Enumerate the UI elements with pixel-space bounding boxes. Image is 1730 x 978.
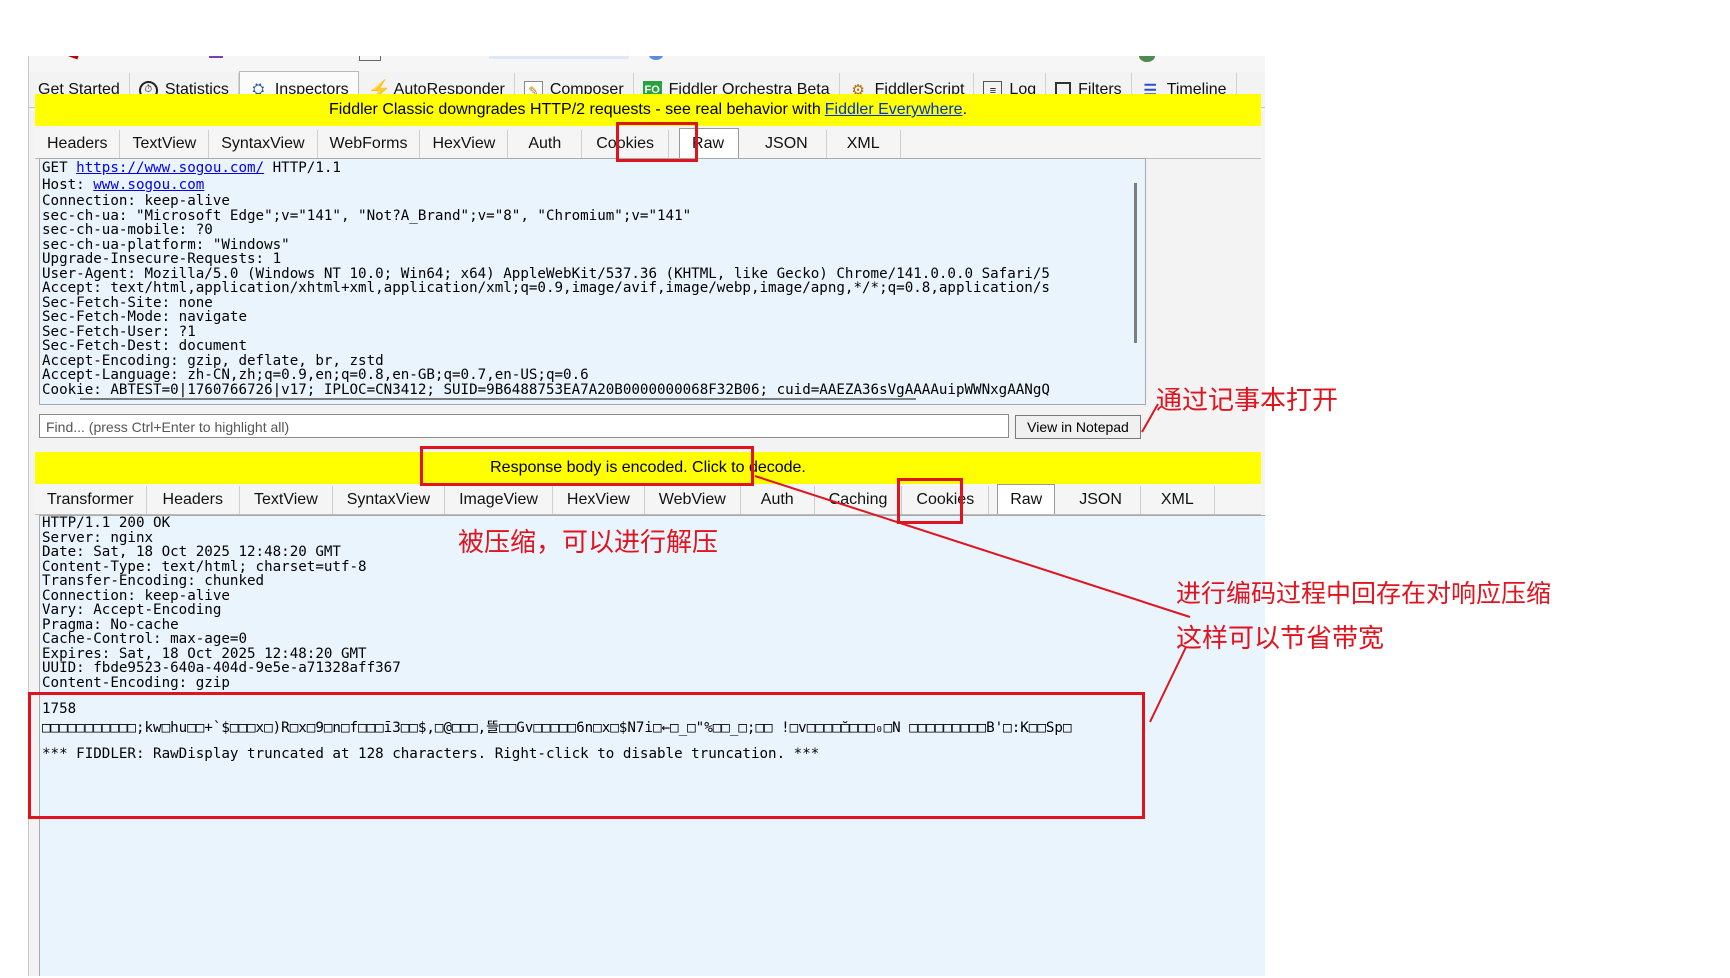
header-line: Connection: keep-alive (42, 587, 230, 604)
host-label: Host: (42, 176, 94, 193)
resp-tab-imageview[interactable]: ImageView (445, 486, 553, 514)
horizontal-scrollbar[interactable] (80, 398, 916, 400)
header-line: Vary: Accept-Encoding (42, 602, 222, 618)
header-line: User-Agent: Mozilla/5.0 (Windows NT 10.0… (42, 265, 1050, 282)
host-link[interactable]: www.sogou.com (93, 177, 204, 193)
toolbar-icon-fragment (209, 56, 223, 58)
highlight-raw-response-tab (897, 478, 963, 524)
highlight-raw-request-tab (616, 122, 698, 162)
header-line: Accept: text/html,application/xhtml+xml,… (42, 280, 1050, 296)
toolbar-icon-fragment (359, 56, 381, 61)
response-inspector-tabs: Transformer Headers TextView SyntaxView … (35, 484, 1261, 515)
header-line: Accept-Encoding: gzip, deflate, br, zstd (42, 352, 384, 369)
toolbar-icon-fragment (649, 56, 663, 60)
annotation-notepad: 通过记事本打开 (1156, 386, 1339, 416)
header-line: Transfer-Encoding: chunked (42, 573, 265, 589)
toolbar-icon-fragment (1139, 56, 1155, 62)
banner-text: Fiddler Classic downgrades HTTP/2 reques… (328, 101, 821, 118)
header-line: Cookie: ABTEST=0|1760766726|v17; IPLOC=C… (42, 381, 1050, 398)
header-line: Sec-Fetch-User: ?1 (42, 323, 196, 340)
header-line: Upgrade-Insecure-Requests: 1 (42, 251, 282, 267)
header-line: Accept-Language: zh-CN,zh;q=0.9,en;q=0.8… (42, 367, 589, 383)
toolbar-strip-cropped (29, 56, 1265, 72)
resp-tab-json[interactable]: JSON (1061, 486, 1141, 514)
header-line: sec-ch-ua-mobile: ?0 (42, 222, 213, 238)
http-method: GET (42, 160, 77, 176)
req-tab-syntaxview[interactable]: SyntaxView (209, 130, 318, 158)
request-url-link[interactable]: https://www.sogou.com/ (76, 160, 264, 176)
resp-tab-transformer[interactable]: Transformer (35, 486, 147, 514)
resp-tab-raw[interactable]: Raw (997, 484, 1056, 514)
request-raw-pane[interactable]: GET https://www.sogou.com/ HTTP/1.1 Host… (39, 158, 1146, 405)
toolbar-search-fragment (489, 56, 629, 59)
header-line: Expires: Sat, 18 Oct 2025 12:48:20 GMT (42, 645, 367, 662)
resp-tab-textview[interactable]: TextView (240, 486, 333, 514)
resp-tab-syntaxview[interactable]: SyntaxView (333, 486, 446, 514)
annotation-explain-line1: 进行编码过程中回存在对响应压缩 (1176, 579, 1552, 608)
header-line: Content-Encoding: gzip (42, 674, 230, 691)
resp-tab-webview[interactable]: WebView (645, 486, 741, 514)
req-tab-headers[interactable]: Headers (35, 130, 121, 158)
header-line: Connection: keep-alive (42, 193, 230, 209)
view-in-notepad-button[interactable]: View in Notepad (1015, 415, 1141, 439)
req-tab-textview[interactable]: TextView (120, 130, 210, 158)
req-tab-xml[interactable]: XML (827, 130, 901, 158)
resp-tab-xml[interactable]: XML (1141, 486, 1215, 514)
toolbar-icon-fragment (67, 56, 81, 60)
header-line: UUID: fbde9523-640a-404d-9e5e-a71328aff3… (42, 660, 401, 676)
resp-tab-caching[interactable]: Caching (815, 486, 903, 514)
header-line: sec-ch-ua: "Microsoft Edge";v="141", "No… (42, 207, 692, 224)
resp-tab-auth[interactable]: Auth (741, 486, 815, 514)
req-tab-json[interactable]: JSON (747, 130, 827, 158)
find-input[interactable]: Find... (press Ctrl+Enter to highlight a… (39, 414, 1009, 438)
header-line: Sec-Fetch-Mode: navigate (42, 309, 247, 325)
request-line: GET https://www.sogou.com/ HTTP/1.1 (40, 159, 1145, 178)
header-line: Pragma: No-cache (42, 616, 179, 633)
http-version: HTTP/1.1 (264, 160, 341, 176)
req-tab-auth[interactable]: Auth (508, 130, 583, 158)
fiddler-everywhere-link[interactable]: Fiddler Everywhere (825, 101, 963, 119)
header-line: sec-ch-ua-platform: "Windows" (42, 236, 290, 253)
resp-tab-hexview[interactable]: HexView (553, 486, 645, 514)
highlight-encoded-banner (420, 446, 754, 486)
highlight-compressed-body (28, 692, 1145, 819)
banner-suffix: . (962, 101, 968, 118)
header-line: Cache-Control: max-age=0 (42, 631, 247, 647)
header-line: Sec-Fetch-Dest: document (42, 338, 247, 354)
req-tab-hexview[interactable]: HexView (420, 130, 509, 158)
vertical-scrollbar[interactable] (1134, 183, 1137, 343)
annotation-explain-line2: 这样可以节省带宽 (1176, 624, 1385, 654)
resp-tab-headers[interactable]: Headers (147, 486, 241, 514)
request-headers: Connection: keep-alive sec-ch-ua: "Micros… (40, 194, 1145, 397)
annotation-compressed: 被压缩，可以进行解压 (458, 528, 719, 558)
header-line: Sec-Fetch-Site: none (42, 294, 213, 311)
host-line: Host: www.sogou.com (40, 176, 1145, 195)
fiddler-window: Get Started ⏱ Statistics ⛭ Inspectors ⚡ … (28, 56, 1265, 976)
req-tab-webforms[interactable]: WebForms (318, 130, 421, 158)
header-line: Content-Type: text/html; charset=utf-8 (42, 558, 367, 575)
